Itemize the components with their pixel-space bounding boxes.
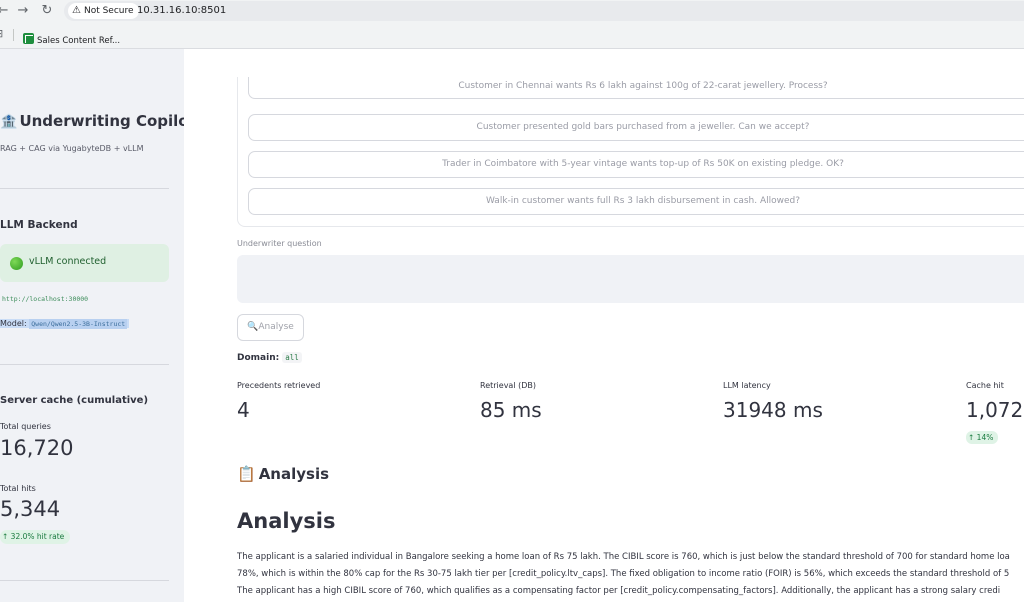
sidebar-divider <box>0 364 169 365</box>
security-label: Not Secure <box>83 6 134 16</box>
app-subtitle: RAG + CAG via YugabyteDB + vLLM <box>0 144 144 153</box>
analysis-section-heading-text: Analysis <box>258 465 330 483</box>
question-input[interactable] <box>237 255 1024 303</box>
analyse-label: Analyse <box>258 322 294 332</box>
bookmarks-bar: ⊞ Sales Content Ref... <box>0 23 1024 47</box>
browser-toolbar: ← → ↻ ⚠ Not Secure 10.31.16.10:8501 <box>0 0 1024 22</box>
example-question-button[interactable]: Trader in Coimbatore with 5-year vintage… <box>248 151 1024 178</box>
browser-chrome: ← → ↻ ⚠Not Secure 10.31.16.10:8501 ⊞ Sal… <box>0 0 1024 49</box>
app-title: 🏦 Underwriting Copilot <box>0 112 184 130</box>
sheets-icon <box>23 33 34 44</box>
example-question-button[interactable]: Customer in Chennai wants Rs 6 lakh agai… <box>248 77 1024 99</box>
metric-llm-latency-label: LLM latency <box>723 381 771 390</box>
sidebar: 🏦 Underwriting Copilot RAG + CAG via Yuga… <box>0 49 184 602</box>
total-queries-label: Total queries <box>0 422 51 431</box>
bookmark-label: Sales Content Ref... <box>37 36 121 46</box>
analysis-paragraph-line: 78%, which is within the 80% cap for the… <box>237 569 1010 579</box>
total-hits-label: Total hits <box>0 484 36 493</box>
metric-precedents-value: 4 <box>237 398 250 422</box>
model-value: Qwen/Qwen2.5-3B-Instruct <box>29 319 128 329</box>
metric-cache-hit-label: Cache hit <box>966 381 1004 390</box>
cache-hit-delta-badge: ↑ 14% <box>966 431 999 444</box>
url-text[interactable]: 10.31.16.10:8501 <box>137 3 226 19</box>
total-queries-value: 16,720 <box>0 436 74 460</box>
domain-label: Domain: <box>237 353 280 363</box>
sidebar-divider <box>0 580 169 581</box>
back-icon[interactable]: ← <box>0 3 11 19</box>
metric-retrieval-label: Retrieval (DB) <box>480 381 536 390</box>
warning-icon: ⚠ <box>72 5 81 16</box>
metric-cache-hit-value: 1,072 <box>966 398 1024 422</box>
connection-status-box: vLLM connected <box>0 244 169 282</box>
security-chip[interactable]: ⚠ Not Secure <box>68 3 139 19</box>
metric-precedents-label: Precedents retrieved <box>237 381 321 390</box>
bookmark-separator <box>13 29 14 41</box>
example-question-button[interactable]: Customer presented gold bars purchased f… <box>248 114 1024 141</box>
question-label: Underwriter question <box>237 239 322 248</box>
analysis-paragraph-line: The applicant has a high CIBIL score of … <box>237 586 1001 596</box>
app-title-text: Underwriting Copilot <box>19 112 184 130</box>
model-row: Model: Qwen/Qwen2.5-3B-Instruct <box>0 319 130 329</box>
green-circle-icon <box>10 257 23 270</box>
analyse-button[interactable]: 🔍Analyse <box>237 314 304 341</box>
sidebar-divider <box>0 188 169 189</box>
llm-backend-heading: LLM Backend <box>0 219 78 231</box>
hit-rate-delta-badge: ↑ 32.0% hit rate <box>0 530 71 544</box>
server-cache-heading: Server cache (cumulative) <box>0 395 149 406</box>
forward-icon[interactable]: → <box>15 3 31 19</box>
analysis-paragraph-line: The applicant is a salaried individual i… <box>237 552 1010 562</box>
total-hits-value: 5,344 <box>0 497 61 521</box>
domain-row: Domain: all <box>237 352 302 363</box>
apps-grid-icon[interactable]: ⊞ <box>0 28 4 40</box>
model-label: Model: <box>0 319 27 328</box>
bookmark-sales-content[interactable]: Sales Content Ref... <box>23 28 120 46</box>
bank-icon: 🏦 <box>0 114 18 130</box>
reload-icon[interactable]: ↻ <box>39 3 55 19</box>
analysis-title: Analysis <box>237 509 336 533</box>
metric-retrieval-value: 85 ms <box>480 398 542 422</box>
analysis-section-heading: 📋 Analysis <box>237 465 329 483</box>
clipboard-icon: 📋 <box>237 465 256 483</box>
domain-value: all <box>282 352 302 363</box>
main-content: Customer in Chennai wants Rs 6 lakh agai… <box>184 49 1024 602</box>
metric-llm-latency-value: 31948 ms <box>723 398 823 422</box>
magnifier-icon: 🔍 <box>247 322 259 332</box>
endpoint-url: http://localhost:30000 <box>2 295 89 303</box>
example-question-button[interactable]: Walk-in customer wants full Rs 3 lakh di… <box>248 188 1024 215</box>
connection-status-text: vLLM connected <box>29 256 107 267</box>
